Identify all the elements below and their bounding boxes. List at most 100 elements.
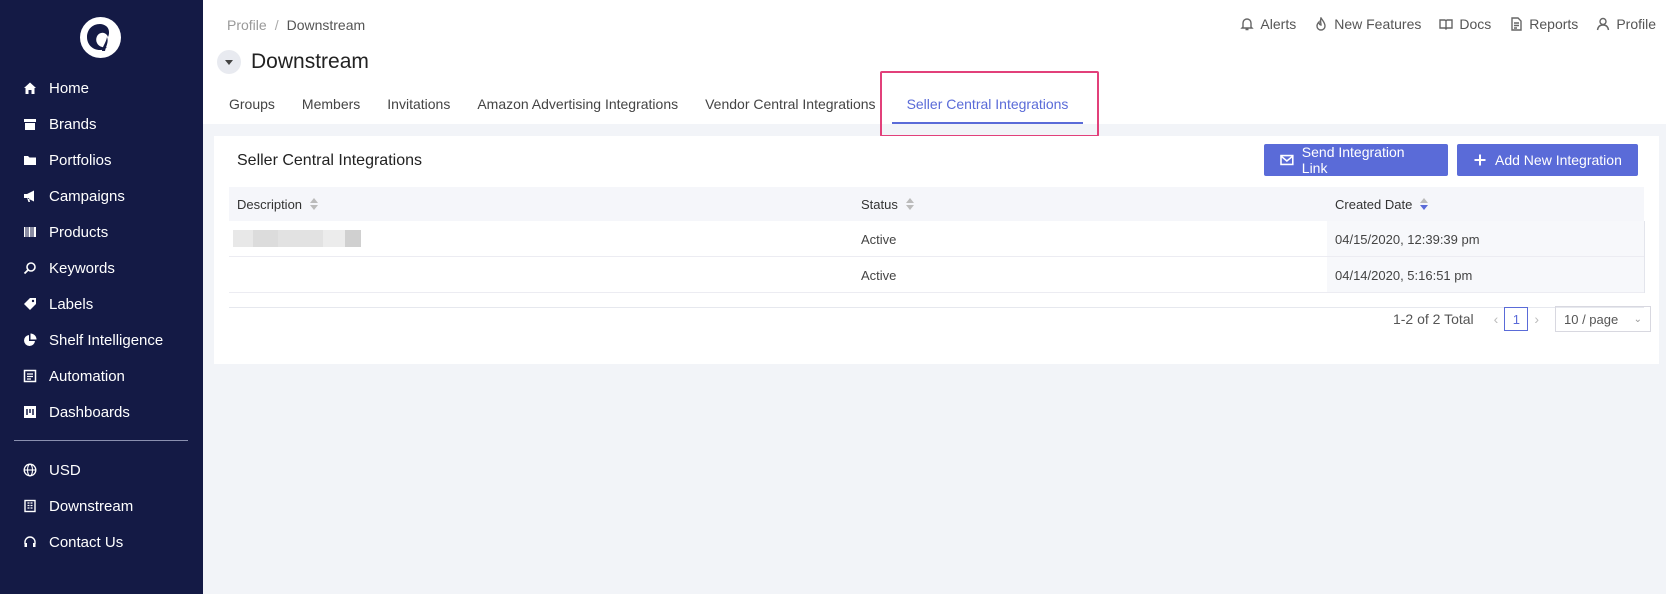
sidebar-item-products[interactable]: Products [0,214,203,250]
main-content: Profile / Downstream Alerts New Features… [203,0,1666,594]
sidebar-item-home[interactable]: Home [0,70,203,106]
reports-label: Reports [1529,16,1579,32]
barcode-icon [22,224,38,240]
sidebar-item-campaigns[interactable]: Campaigns [0,178,203,214]
sidebar-item-contact-us[interactable]: Contact Us [0,524,203,560]
breadcrumb-parent[interactable]: Profile [227,17,267,33]
search-icon [22,260,38,276]
sidebar-item-label: Shelf Intelligence [49,331,164,349]
sidebar-item-label: Brands [49,115,97,133]
breadcrumb: Profile / Downstream [227,17,365,33]
folder-icon [22,152,38,168]
description-cell [237,257,837,293]
pagination: 1-2 of 2 Total ‹ 1 › 10 / page ⌄ [1393,306,1651,332]
collapse-button[interactable] [217,50,241,74]
pagination-total: 1-2 of 2 Total [1392,311,1474,327]
sidebar-item-label: Portfolios [49,151,112,169]
add-new-integration-button[interactable]: Add New Integration [1457,144,1638,176]
headset-icon [22,534,38,550]
tab-vendor-central-integrations[interactable]: Vendor Central Integrations [700,96,880,124]
page-size-select[interactable]: 10 / page ⌄ [1555,306,1651,332]
prev-page-icon[interactable]: ‹ [1494,311,1499,327]
sidebar-item-currency[interactable]: USD [0,452,203,488]
integrations-table: Description Status Created Date Active 0… [229,187,1645,308]
tab-amazon-advertising-integrations[interactable]: Amazon Advertising Integrations [472,96,683,124]
store-icon [22,116,38,132]
megaphone-icon [22,188,38,204]
user-icon [1597,17,1610,31]
page-header: Profile / Downstream Alerts New Features… [203,0,1666,137]
new-features-label: New Features [1334,16,1422,32]
new-features-link[interactable]: New Features [1314,16,1421,32]
redacted-description [233,230,361,247]
tab-invitations[interactable]: Invitations [382,96,455,124]
building-icon [22,498,38,514]
sort-icon [310,198,319,210]
sidebar-item-portfolios[interactable]: Portfolios [0,142,203,178]
highlight-box [880,71,1099,137]
sidebar-item-automation[interactable]: Automation [0,358,203,394]
next-page-icon[interactable]: › [1534,311,1539,327]
column-header-status[interactable]: Status [861,187,914,221]
page-size-value: 10 / page [1564,311,1619,327]
alerts-link[interactable]: Alerts [1240,16,1296,32]
column-header-created-date[interactable]: Created Date [1335,187,1429,221]
send-integration-link-button[interactable]: Send Integration Link [1264,144,1448,176]
breadcrumb-current: Downstream [286,17,366,33]
sidebar-item-account[interactable]: Downstream [0,488,203,524]
tab-groups[interactable]: Groups [224,96,280,124]
sidebar-divider [14,440,188,441]
page-title: Downstream [251,50,369,73]
globe-icon [22,462,38,478]
docs-label: Docs [1459,16,1492,32]
sidebar-nav: Home Brands Portfolios Campaigns Product… [0,70,203,430]
table-row[interactable]: Active 04/15/2020, 12:39:39 pm [229,221,1644,257]
page-title-row: Downstream [217,50,369,74]
tag-icon [22,296,38,312]
sidebar-item-label: Dashboards [49,403,130,421]
book-icon [1439,19,1454,30]
dashboard-icon [22,404,38,420]
sort-icon [905,198,914,210]
sidebar-item-labels[interactable]: Labels [0,286,203,322]
alerts-label: Alerts [1260,16,1297,32]
description-cell [229,221,829,257]
profile-label: Profile [1616,16,1656,32]
sidebar-item-label: Keywords [49,259,115,277]
plus-icon [1474,154,1486,166]
page-button-current[interactable]: 1 [1504,307,1529,331]
sidebar-item-label: Contact Us [49,533,124,551]
sidebar-item-label: Home [49,79,90,97]
sidebar-item-label: Products [49,223,109,241]
sidebar-item-label: Campaigns [49,187,125,205]
sidebar-item-label: Labels [49,295,94,313]
docs-link[interactable]: Docs [1439,16,1491,32]
mail-icon [1280,154,1294,166]
column-header-label: Created Date [1335,196,1413,212]
column-header-label: Description [237,196,303,212]
chevron-down-icon: ⌄ [1633,313,1642,325]
sidebar-item-dashboards[interactable]: Dashboards [0,394,203,430]
sidebar: Home Brands Portfolios Campaigns Product… [0,0,203,594]
caret-down-icon [225,60,233,65]
profile-link[interactable]: Profile [1596,16,1656,32]
sidebar-bottom-nav: USD Downstream Contact Us [0,452,203,560]
column-header-description[interactable]: Description [237,187,319,221]
top-links: Alerts New Features Docs Reports Profile [1222,16,1656,32]
sidebar-item-brands[interactable]: Brands [0,106,203,142]
app-logo[interactable] [80,17,121,58]
flame-icon [1316,17,1326,31]
sidebar-item-keywords[interactable]: Keywords [0,250,203,286]
sidebar-item-label: Automation [49,367,125,385]
status-cell: Active [861,231,897,247]
sidebar-item-label: Downstream [49,497,134,515]
sort-descending-icon [1420,198,1429,210]
created-date-cell: 04/14/2020, 5:16:51 pm [1335,267,1473,283]
add-new-integration-label: Add New Integration [1495,152,1622,168]
tab-members[interactable]: Members [297,96,365,124]
table-row[interactable]: Active 04/14/2020, 5:16:51 pm [229,257,1644,293]
automation-icon [22,368,38,384]
pie-chart-icon [22,332,38,348]
sidebar-item-shelf-intelligence[interactable]: Shelf Intelligence [0,322,203,358]
reports-link[interactable]: Reports [1509,16,1578,32]
